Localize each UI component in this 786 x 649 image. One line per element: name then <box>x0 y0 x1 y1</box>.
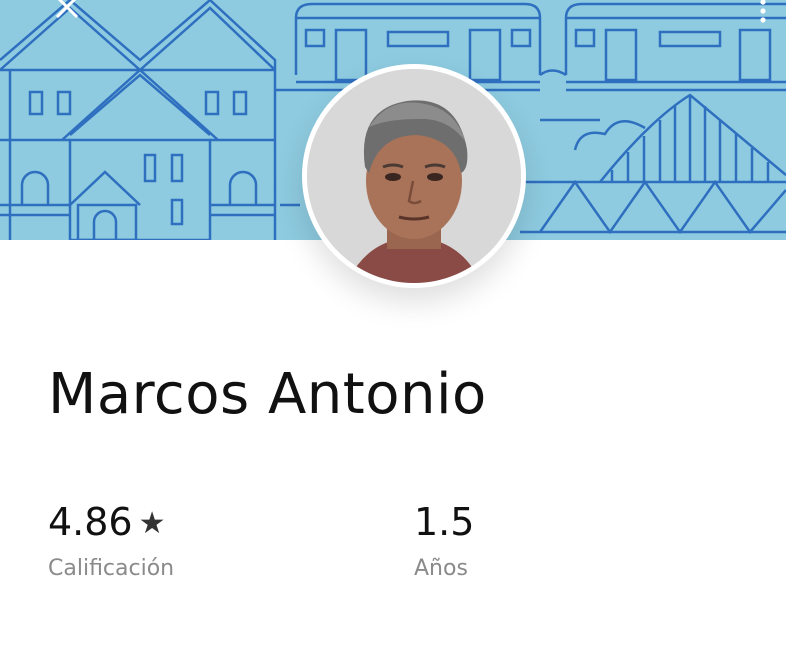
rating-stat: 4.86 ★ <box>48 500 166 544</box>
star-icon: ★ <box>138 506 166 541</box>
more-options-button[interactable] <box>752 0 774 26</box>
driver-photo <box>307 69 521 283</box>
close-button[interactable] <box>50 0 84 24</box>
rating-label: Calificación <box>48 556 175 581</box>
avatar <box>307 69 521 283</box>
years-value: 1.5 <box>414 500 475 544</box>
close-icon <box>55 0 79 19</box>
rating-value: 4.86 <box>48 500 133 544</box>
avatar-frame <box>302 64 526 288</box>
years-label: Años <box>414 556 468 581</box>
more-vertical-icon <box>760 0 766 23</box>
driver-name: Marcos Antonio <box>48 362 487 427</box>
